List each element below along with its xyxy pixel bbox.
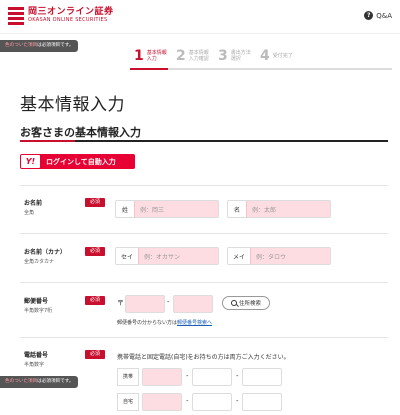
address-search-button[interactable]: 住所検索	[222, 296, 270, 310]
required-badge: 必須	[85, 247, 105, 256]
step-label: 受付完了	[272, 53, 293, 59]
search-icon	[230, 300, 237, 306]
home-label: 自宅	[117, 393, 139, 411]
name-label: お名前	[24, 200, 43, 207]
page-title: 基本情報入力	[20, 95, 125, 115]
step-number: 1	[134, 48, 144, 64]
last-name-input[interactable]: 姓 例：岡三	[115, 200, 219, 218]
mobile-second-input[interactable]	[192, 368, 232, 386]
last-name-field[interactable]: 例：岡三	[134, 201, 218, 217]
yahoo-autofill-button[interactable]: Y! ログインして自動入力	[20, 154, 135, 169]
address-search-label: 住所検索	[238, 301, 261, 307]
phone-dash: -	[186, 397, 189, 405]
site-header: 岡三オンライン証券 OKASAN ONLINE SECURITIES ? Q&A	[0, 0, 400, 34]
last-kana-field[interactable]: 例：オカサン	[138, 248, 218, 264]
home-third-input[interactable]	[242, 393, 282, 411]
step-number: 2	[176, 48, 186, 64]
phone-dash: -	[236, 397, 239, 405]
logo-subtitle: OKASAN ONLINE SECURITIES	[28, 17, 108, 23]
kana-label: お名前（カナ）	[24, 249, 67, 256]
section-rule	[20, 140, 388, 142]
name-sub: 全角	[24, 210, 35, 216]
required-notice-text: は必須項目です。	[37, 43, 74, 48]
step-number: 3	[218, 48, 228, 64]
required-badge: 必須	[85, 296, 105, 305]
last-name-prefix: 姓	[121, 206, 128, 214]
first-kana-input[interactable]: メイ 例：タロウ	[227, 247, 331, 265]
phone-note: 携帯電話と固定電話(自宅)をお持ちの方は両方ご入力ください。	[117, 354, 290, 361]
first-kana-field[interactable]: 例：タロウ	[250, 248, 330, 264]
question-icon: ?	[364, 11, 374, 20]
qa-link[interactable]: ? Q&A	[364, 11, 392, 20]
mobile-label: 携帯	[117, 368, 139, 386]
qa-label: Q&A	[376, 11, 392, 20]
divider	[20, 282, 388, 283]
postal-sub: 半角数字7桁	[24, 308, 53, 314]
step-label: 基本情報 入力確認	[188, 50, 209, 62]
required-notice-floating: 色のついた項目は必須項目です。	[0, 376, 79, 388]
required-badge: 必須	[85, 198, 105, 207]
phone-dash: -	[236, 372, 239, 380]
postal-code-first-input[interactable]	[125, 295, 165, 313]
first-name-prefix: 名	[233, 206, 240, 214]
section-rule-accent	[20, 140, 75, 142]
last-kana-prefix: セイ	[121, 253, 134, 261]
last-kana-input[interactable]: セイ 例：オカサン	[115, 247, 219, 265]
first-kana-prefix: メイ	[233, 253, 246, 261]
postal-code-second-input[interactable]	[173, 295, 213, 313]
steps-track	[130, 68, 392, 70]
phone-label: 電話番号	[24, 352, 49, 359]
divider	[20, 337, 388, 338]
step-label: 書出方法 選択	[230, 50, 251, 62]
postal-label: 郵便番号	[24, 298, 49, 305]
postal-search-link[interactable]: 郵便番号検索へ	[177, 320, 212, 326]
required-badge: 必須	[85, 350, 105, 359]
required-notice-colored: 色のついた項目	[5, 379, 38, 384]
first-name-field[interactable]: 例：太郎	[246, 201, 330, 217]
first-name-input[interactable]: 名 例：太郎	[227, 200, 331, 218]
postal-note: 郵便番号の分からない方は郵便番号検索へ	[117, 319, 212, 326]
divider	[20, 233, 388, 234]
step-number: 4	[260, 48, 270, 64]
step-2: 2 基本情報 入力確認	[176, 45, 209, 67]
mobile-first-input[interactable]	[142, 368, 182, 386]
progress-steps: 1 基本情報 入力 2 基本情報 入力確認 3 書出方法 選択 4 受付完了	[130, 45, 392, 70]
yahoo-logo-icon: Y!	[21, 155, 40, 168]
phone-dash: -	[186, 372, 189, 380]
divider	[20, 185, 388, 186]
step-4: 4 受付完了	[260, 45, 293, 67]
step-1: 1 基本情報 入力	[134, 45, 167, 67]
home-second-input[interactable]	[192, 393, 232, 411]
logo-name: 岡三オンライン証券	[28, 7, 114, 17]
required-notice-text: は必須項目です。	[37, 379, 74, 384]
yahoo-autofill-label: ログインして自動入力	[46, 157, 116, 166]
required-notice-colored: 色のついた項目	[5, 43, 38, 48]
postal-dash: -	[167, 298, 170, 306]
logo[interactable]: 岡三オンライン証券 OKASAN ONLINE SECURITIES	[8, 7, 114, 25]
mobile-third-input[interactable]	[242, 368, 282, 386]
required-notice: 色のついた項目は必須項目です。	[0, 40, 79, 52]
step-label: 基本情報 入力	[146, 50, 167, 62]
section-title: お客さまの基本情報入力	[20, 126, 141, 139]
postal-note-text: 郵便番号の分からない方は	[117, 320, 178, 326]
kana-sub: 全角カタカナ	[24, 259, 55, 265]
step-3: 3 書出方法 選択	[218, 45, 251, 67]
phone-sub: 半角数字	[24, 362, 45, 368]
postal-mark-icon: 〒	[117, 299, 124, 307]
steps-track-active	[130, 68, 168, 70]
okasan-logo-icon	[8, 7, 24, 25]
home-first-input[interactable]	[142, 393, 182, 411]
